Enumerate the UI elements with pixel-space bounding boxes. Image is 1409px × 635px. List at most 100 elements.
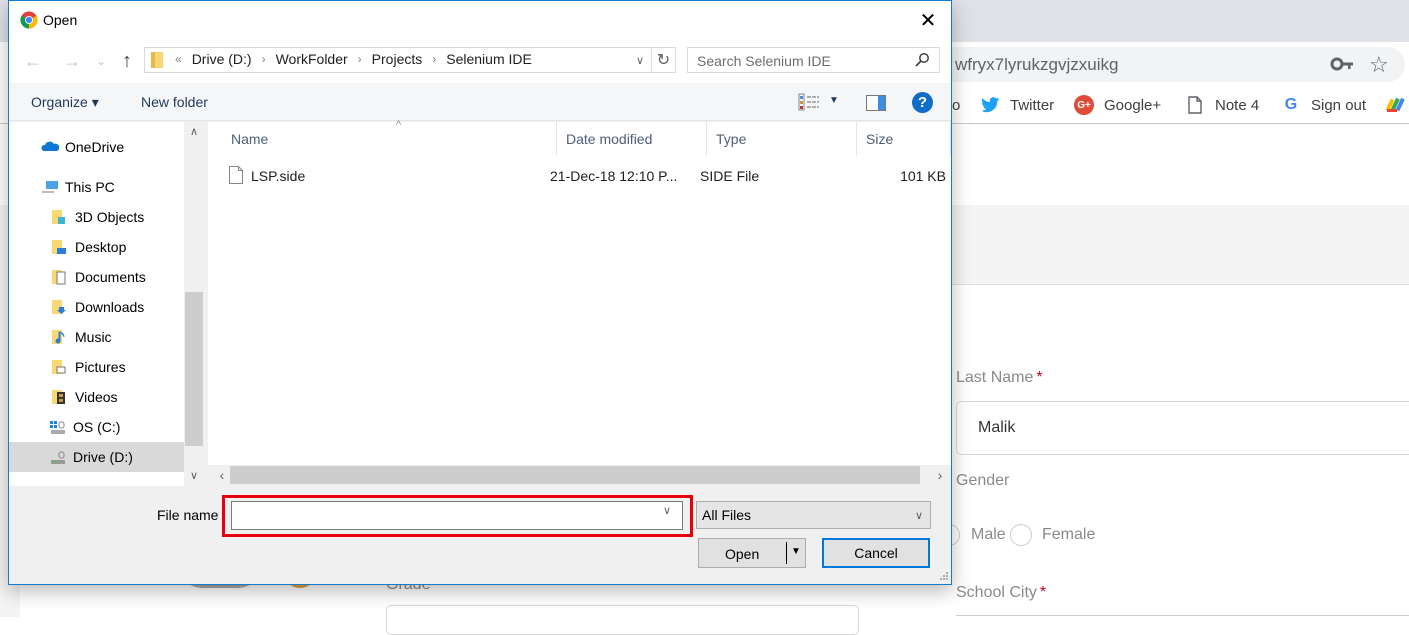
required-mark: * (1039, 584, 1047, 601)
bookmark-label: Twitter (1010, 96, 1055, 114)
scrollbar-thumb[interactable] (185, 292, 203, 446)
forward-button[interactable]: → (60, 49, 84, 73)
bookmark-label: Sign out (1311, 96, 1367, 114)
up-button[interactable]: ↑ (115, 49, 139, 73)
nav-item-drive-d[interactable]: Drive (D:) (9, 442, 184, 472)
new-folder-button[interactable]: New folder (141, 94, 208, 110)
close-icon: ✕ (919, 9, 937, 32)
column-header-name[interactable]: Name ^ (222, 119, 557, 156)
preview-pane-icon[interactable] (866, 95, 886, 111)
required-mark: * (1036, 369, 1043, 386)
folder-3d-objects-icon (52, 210, 65, 224)
nav-pane-scrollbar[interactable]: ∧ ∨ (184, 122, 204, 486)
nav-item-3d-objects[interactable]: 3D Objects (9, 202, 184, 232)
browser-url-text[interactable]: wfryx7lyrukzgvjzxuikg (955, 55, 1118, 75)
bookmark-label: Note 4 (1215, 96, 1260, 114)
breadcrumb-selenium-ide[interactable]: Selenium IDE (440, 51, 538, 67)
view-options-dropdown[interactable]: ▼ (829, 95, 839, 106)
breadcrumb-overflow[interactable]: « (171, 52, 186, 66)
address-bar[interactable]: « Drive (D:) › WorkFolder › Projects › S… (144, 47, 676, 73)
dialog-title-bar[interactable]: Open ✕ (9, 1, 951, 39)
nav-item-videos[interactable]: Videos (9, 382, 184, 412)
gender-female-radio[interactable] (1010, 524, 1032, 546)
column-header-size[interactable]: Size (857, 122, 951, 156)
drive-d-icon (51, 451, 65, 464)
folder-desktop-icon (52, 240, 66, 254)
chevron-down-icon: ⌄ (95, 54, 107, 68)
address-history-button[interactable]: ∨ (629, 48, 651, 72)
open-button[interactable]: Open ▼ (698, 538, 806, 568)
view-details-icon[interactable] (798, 93, 820, 111)
navigation-pane: OneDrive This PC 3D Objects Desktop Docu… (9, 122, 204, 486)
organize-button[interactable]: Organize ▾ (31, 94, 99, 111)
scroll-left-icon[interactable]: ‹ (214, 465, 230, 485)
nav-item-onedrive[interactable]: OneDrive (9, 132, 184, 162)
file-list: Name ^ Date modified Type Size LSP.side 2… (208, 119, 951, 465)
folder-music-icon (52, 330, 65, 344)
scroll-up-icon[interactable]: ∧ (184, 122, 204, 140)
search-input[interactable]: Search Selenium IDE (687, 47, 940, 73)
file-name-history-dropdown[interactable]: ∨ (663, 504, 671, 517)
google-icon: G (1284, 96, 1298, 113)
folder-pictures-icon (52, 360, 66, 374)
breadcrumb-separator[interactable]: › (354, 52, 366, 66)
search-icon[interactable] (914, 52, 930, 68)
column-header-type[interactable]: Type (707, 122, 857, 156)
onedrive-icon (41, 141, 59, 151)
breadcrumb-workfolder[interactable]: WorkFolder (270, 51, 354, 67)
bookmark-google-plus[interactable]: G+ Google+ (1074, 95, 1161, 115)
file-size: 101 KB (900, 168, 946, 184)
breadcrumb: « Drive (D:) › WorkFolder › Projects › S… (171, 51, 538, 67)
nav-item-documents[interactable]: Documents (9, 262, 184, 292)
recent-locations-button[interactable]: ⌄ (93, 49, 109, 73)
scroll-down-icon[interactable]: ∨ (184, 466, 204, 484)
file-name-input[interactable] (231, 501, 683, 530)
search-placeholder: Search Selenium IDE (697, 53, 831, 69)
scroll-right-icon[interactable]: › (932, 465, 948, 485)
file-type-select[interactable]: All Files ∨ (696, 501, 931, 529)
nav-item-pictures[interactable]: Pictures (9, 352, 184, 382)
breadcrumb-projects[interactable]: Projects (366, 51, 429, 67)
key-icon[interactable] (1330, 54, 1354, 74)
file-name: LSP.side (251, 168, 306, 184)
breadcrumb-separator[interactable]: › (258, 52, 270, 66)
back-button[interactable]: ← (21, 49, 45, 73)
file-list-horizontal-scrollbar[interactable]: ‹ › (208, 465, 951, 485)
file-date-modified: 21-Dec-18 12:10 P... (550, 168, 678, 184)
nav-item-this-pc[interactable]: This PC (9, 172, 184, 202)
scrollbar-thumb[interactable] (230, 466, 920, 484)
bookmark-star-icon[interactable]: ☆ (1369, 52, 1389, 78)
bookmark-twitter[interactable]: Twitter (980, 95, 1054, 115)
up-arrow-icon: ↑ (122, 49, 132, 72)
table-row[interactable]: LSP.side 21-Dec-18 12:10 P... SIDE File … (223, 162, 946, 190)
nav-item-downloads[interactable]: Downloads (9, 292, 184, 322)
sort-ascending-icon: ^ (396, 119, 402, 131)
nav-item-os-c[interactable]: OS (C:) (9, 412, 184, 442)
close-button[interactable]: ✕ (905, 1, 951, 39)
last-name-input[interactable]: Malik (956, 401, 1409, 455)
split-divider (786, 542, 787, 564)
nav-item-music[interactable]: Music (9, 322, 184, 352)
dialog-title: Open (43, 12, 78, 28)
help-button[interactable]: ? (912, 92, 933, 113)
grade-input[interactable] (386, 605, 859, 635)
bookmark-label: o (952, 96, 961, 114)
open-options-dropdown-icon[interactable]: ▼ (791, 546, 801, 557)
twitter-icon (981, 97, 999, 113)
nav-item-desktop[interactable]: Desktop (9, 232, 184, 262)
chrome-icon (20, 11, 38, 29)
breadcrumb-separator[interactable]: › (428, 52, 440, 66)
bookmark-truncated[interactable]: o (952, 95, 960, 115)
school-city-label: School City * (956, 584, 1047, 601)
cancel-button[interactable]: Cancel (822, 538, 930, 568)
bookmark-note-4[interactable]: Note 4 (1185, 95, 1259, 115)
resize-grip-icon[interactable] (937, 571, 949, 583)
bookmark-apps-script[interactable] (1385, 95, 1409, 115)
bookmark-sign-out[interactable]: G Sign out (1281, 95, 1366, 115)
school-city-input[interactable] (956, 615, 1409, 616)
breadcrumb-drive-d[interactable]: Drive (D:) (186, 51, 258, 67)
refresh-button[interactable]: ↻ (651, 48, 675, 72)
column-header-date-modified[interactable]: Date modified (557, 122, 707, 156)
folder-documents-icon (52, 270, 66, 285)
refresh-icon: ↻ (656, 52, 671, 69)
